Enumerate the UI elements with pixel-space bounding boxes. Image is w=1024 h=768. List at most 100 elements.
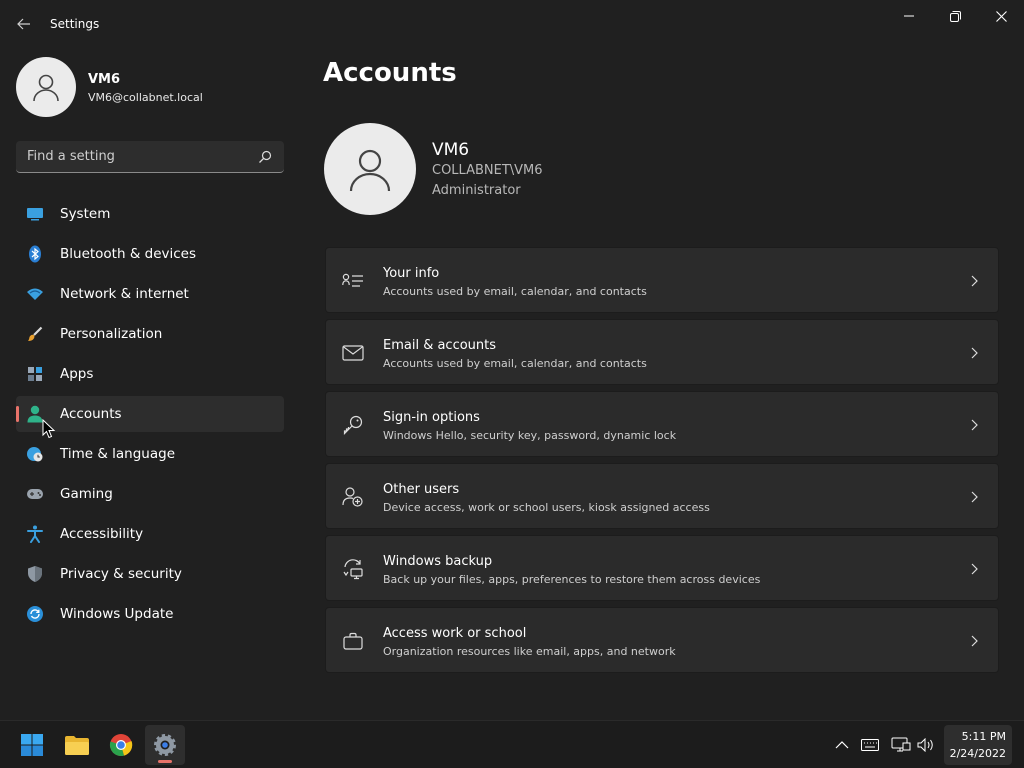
title-bar: Settings [0,0,1024,48]
clock-time: 5:11 PM [961,730,1006,743]
minimize-button[interactable] [886,4,932,28]
maximize-button[interactable] [932,4,978,28]
user-avatar[interactable] [16,57,76,117]
windows-start-icon [21,734,43,756]
card-subtitle: Organization resources like email, apps,… [383,645,676,658]
card-subtitle: Device access, work or school users, kio… [383,501,710,514]
mail-icon [342,342,364,364]
chevron-right-icon [968,346,980,360]
card-title: Your info [383,266,440,281]
chrome-button[interactable] [101,725,141,765]
chevron-right-icon [968,274,980,288]
card-your-info[interactable]: Your info Accounts used by email, calend… [325,247,999,313]
sidebar-item-label: Windows Update [60,606,174,622]
file-explorer-button[interactable] [57,725,97,765]
card-title: Email & accounts [383,338,497,353]
bluetooth-icon [26,245,44,263]
sidebar-item-label: Gaming [60,486,113,502]
profile-role: Administrator [432,183,521,198]
file-explorer-icon [65,736,89,755]
close-button[interactable] [978,4,1024,28]
sidebar-item-label: Apps [60,366,94,382]
chevron-right-icon [968,490,980,504]
search-box [16,141,284,173]
chevron-right-icon [968,634,980,648]
sidebar-item-gaming[interactable]: Gaming [16,476,284,512]
taskbar: 5:11 PM 2/24/2022 [0,720,1024,768]
sidebar-item-label: Accessibility [60,526,144,542]
card-subtitle: Windows Hello, security key, password, d… [383,429,677,442]
card-windows-backup[interactable]: Windows backup Back up your files, apps,… [325,535,999,601]
card-title: Access work or school [383,626,527,641]
user-name: VM6 [88,72,121,87]
card-subtitle: Back up your files, apps, preferences to… [383,573,761,586]
card-sign-in-options[interactable]: Sign-in options Windows Hello, security … [325,391,999,457]
sidebar-item-label: Bluetooth & devices [60,246,197,262]
sidebar-item-label: Network & internet [60,286,189,302]
person-avatar-icon [349,149,391,192]
settings-cards: Your info Accounts used by email, calend… [325,247,999,679]
apps-icon [26,365,44,383]
sidebar-item-time-language[interactable]: Time & language [16,436,284,472]
sidebar-item-windows-update[interactable]: Windows Update [16,596,284,632]
sidebar-item-label: System [60,206,111,222]
profile-name: VM6 [432,140,470,160]
key-icon [342,414,364,436]
mouse-cursor-icon [42,419,56,439]
settings-taskbar-button[interactable] [145,725,185,765]
sidebar-item-apps[interactable]: Apps [16,356,284,392]
maximize-icon [949,10,961,22]
back-button[interactable] [10,10,38,38]
search-input[interactable] [16,141,246,172]
close-icon [995,10,1007,22]
settings-icon [154,734,176,756]
chevron-up-icon[interactable] [832,736,852,754]
card-subtitle: Accounts used by email, calendar, and co… [383,285,647,298]
briefcase-icon [342,630,364,652]
sidebar-item-accounts[interactable]: Accounts [16,396,284,432]
globe-clock-icon [26,445,44,463]
clock-date: 2/24/2022 [949,747,1006,760]
start-button[interactable] [12,725,52,765]
person-card-icon [342,270,364,292]
card-title: Windows backup [383,554,493,569]
card-title: Other users [383,482,460,497]
active-app-indicator [158,760,172,763]
user-email: VM6@collabnet.local [88,91,203,104]
paintbrush-icon [26,325,44,343]
sidebar-item-system[interactable]: System [16,196,284,232]
sidebar-item-bluetooth[interactable]: Bluetooth & devices [16,236,284,272]
card-access-work-school[interactable]: Access work or school Organization resou… [325,607,999,673]
chrome-icon [109,734,133,757]
sidebar-item-accessibility[interactable]: Accessibility [16,516,284,552]
minimize-icon [904,15,914,17]
card-other-users[interactable]: Other users Device access, work or schoo… [325,463,999,529]
sidebar-item-label: Personalization [60,326,163,342]
sidebar-item-label: Accounts [60,406,122,422]
profile-domain: COLLABNET\VM6 [432,163,543,178]
volume-icon[interactable] [916,736,936,754]
backup-icon [342,558,364,580]
chevron-right-icon [968,562,980,576]
sidebar-item-network[interactable]: Network & internet [16,276,284,312]
card-subtitle: Accounts used by email, calendar, and co… [383,357,647,370]
sidebar-item-personalization[interactable]: Personalization [16,316,284,352]
chevron-right-icon [968,418,980,432]
network-icon[interactable] [891,736,911,754]
card-email-accounts[interactable]: Email & accounts Accounts used by email,… [325,319,999,385]
person-add-icon [342,486,364,508]
back-arrow-icon [17,18,30,30]
gamepad-icon [26,485,44,503]
person-avatar-icon [33,74,59,102]
profile-avatar[interactable] [324,123,416,215]
active-indicator [16,406,19,422]
page-title: Accounts [323,58,457,88]
keyboard-icon[interactable] [860,736,880,754]
taskbar-clock[interactable]: 5:11 PM 2/24/2022 [944,725,1012,765]
card-title: Sign-in options [383,410,480,425]
accessibility-icon [26,525,44,543]
sidebar-item-privacy[interactable]: Privacy & security [16,556,284,592]
system-display-icon [26,205,44,223]
shield-icon [26,565,44,583]
search-icon[interactable] [258,149,274,165]
